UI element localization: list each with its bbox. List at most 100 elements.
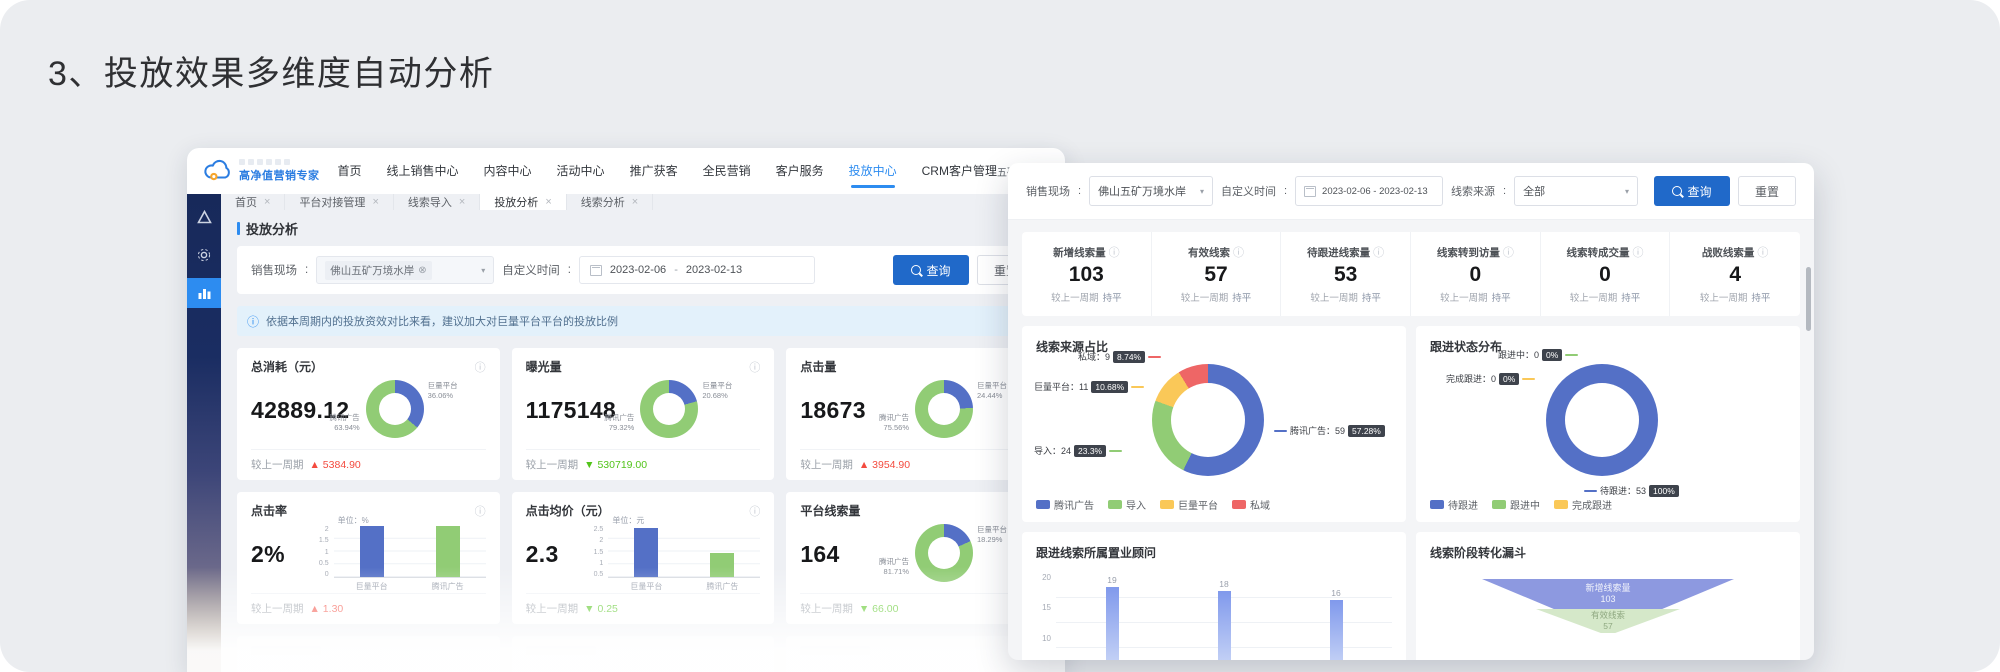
tag-remove-icon[interactable]: ⊗ [418,265,426,276]
calendar-icon [1304,186,1316,197]
funnel-stage-new-leads: 新增线索量103 [1482,579,1734,609]
site-tag: 佛山五矿万境水岸⊗ [325,261,431,280]
date-range-input[interactable]: 2023-02-06-2023-02-13 [579,256,815,284]
follow-status-donut [1546,364,1658,476]
info-icon[interactable]: ⓘ [749,359,760,375]
legend-item[interactable]: 巨量平台 [1160,497,1218,512]
info-icon[interactable]: ⓘ [475,359,486,375]
pie-label-import: 导入：2423.3% [1034,444,1122,457]
nav-item-crm[interactable]: CRM客户管理 [922,148,997,194]
info-icon[interactable]: ⓘ [1233,244,1244,260]
brand-tagline [239,159,320,165]
close-icon[interactable]: × [372,196,378,208]
lead-source-donut [1152,364,1264,476]
legend-item[interactable]: 跟进中 [1492,497,1540,512]
close-icon[interactable]: × [459,196,465,208]
donut-chart [915,380,973,438]
left-window: 高净值营销专家 首页 线上销售中心 内容中心 活动中心 推广获客 全民营销 客户… [187,148,1065,672]
close-icon[interactable]: × [264,196,270,208]
nav-item-customer-service[interactable]: 客户服务 [776,148,824,194]
left-sidebar [187,194,221,672]
search-button[interactable]: 查询 [893,255,969,285]
bar-chart: 单位：元 2.521.510.5 巨量平台腾讯广告 [582,515,760,592]
nav-item-ad-center[interactable]: 投放中心 [849,148,897,194]
kpi-row: 新增线索量ⓘ 103 较上一周期持平 有效线索ⓘ 57 较上一周期持平 待跟进线… [1022,232,1800,316]
info-icon[interactable]: ⓘ [1109,244,1120,260]
main-nav: 首页 线上销售中心 内容中心 活动中心 推广获客 全民营销 客户服务 投放中心 … [338,148,997,194]
donut-chart [640,380,698,438]
donut-chart [366,380,424,438]
info-icon[interactable]: ⓘ [1503,244,1514,260]
compare-row: 较上一周期▼ 0.25 [526,593,761,616]
compare-row: 较上一周期▼ 66.00 [800,593,1035,616]
tab-ad-analysis[interactable]: 投放分析× [480,194,566,210]
faded-card [512,636,775,672]
reset-button[interactable]: 重置 [1738,176,1796,206]
date-range-input[interactable]: 2023-02-06 - 2023-02-13 [1295,176,1443,206]
pie-label-private: 私域：98.74% [1078,350,1161,363]
nav-item-activity[interactable]: 活动中心 [557,148,605,194]
search-icon [911,265,921,275]
tab-lead-import[interactable]: 线索导入× [394,194,480,210]
faded-cards-row [237,636,1049,672]
funnel-chart-card: 线索阶段转化漏斗 新增线索量103 有效线索57 [1416,532,1800,660]
lead-source-select[interactable]: 全部▾ [1514,176,1638,206]
info-icon[interactable]: ⓘ [1373,244,1384,260]
donut-label-blue: 巨量平台20.68% [702,381,756,401]
nav-item-online-sales[interactable]: 线上销售中心 [387,148,459,194]
brand-logo[interactable]: 高净值营销专家 [203,159,320,183]
sidebar-logo-icon[interactable] [187,202,221,232]
faded-card [237,636,500,672]
nav-item-home[interactable]: 首页 [338,148,362,194]
tab-lead-analysis[interactable]: 线索分析× [567,194,653,210]
kpi-pending-leads: 待跟进线索量ⓘ 53 较上一周期持平 [1281,232,1411,316]
sidebar-analytics-icon[interactable] [187,278,221,308]
metric-cards-grid: 总消耗（元）ⓘ 42889.12 巨量平台36.06% 腾讯广告63.94% 较… [237,348,1049,624]
legend-item[interactable]: 导入 [1108,497,1146,512]
compare-row: 较上一周期▲ 3954.90 [800,449,1035,472]
info-icon[interactable]: ⓘ [1757,244,1768,260]
close-icon[interactable]: × [545,196,551,208]
nav-item-all-marketing[interactable]: 全民营销 [703,148,751,194]
metric-card-impressions: 曝光量ⓘ 1175148 巨量平台20.68% 腾讯广告79.32% 较上一周期… [512,348,775,480]
search-button[interactable]: 查询 [1654,176,1730,206]
tab-home[interactable]: 首页× [221,194,285,210]
info-icon[interactable]: ⓘ [1632,244,1643,260]
nav-item-content[interactable]: 内容中心 [484,148,532,194]
sidebar-settings-icon[interactable] [187,240,221,270]
compare-row: 较上一周期▼ 530719.00 [526,449,761,472]
nav-item-promotion[interactable]: 推广获客 [630,148,678,194]
legend-item[interactable]: 腾讯广告 [1036,497,1094,512]
page-title: 3、投放效果多维度自动分析 [48,46,494,95]
bar-chart: 单位：% 21.510.50 巨量平台腾讯广告 [308,515,486,592]
metric-value: 2% [251,541,285,568]
donut-label-green: 腾讯广告75.56% [853,413,909,433]
search-icon [1672,186,1682,196]
site-select[interactable]: 佛山五矿万境水岸⊗ ▾ [316,256,494,284]
slide-canvas: 3、投放效果多维度自动分析 高净值营销专家 首页 线上销售中心 内容中心 活动中… [0,0,2000,672]
chevron-down-icon: ▾ [481,266,485,275]
legend-item[interactable]: 完成跟进 [1554,497,1612,512]
donut-chart [915,524,973,582]
site-select[interactable]: 佛山五矿万境水岸▾ [1089,176,1213,206]
tab-platform-management[interactable]: 平台对接管理× [285,194,393,210]
follow-status-card: 跟进状态分布 跟进中：00% 完成跟进：00% 待跟进：53100% 待跟进 跟… [1416,326,1800,522]
metric-card-total-cost: 总消耗（元）ⓘ 42889.12 巨量平台36.06% 腾讯广告63.94% 较… [237,348,500,480]
metric-card-cpc: 点击均价（元）ⓘ 2.3 单位：元 2.521.510.5 巨量平台腾讯广告 较… [512,492,775,624]
tab-bar: 首页× 平台对接管理× 线索导入× 投放分析× 线索分析× [221,194,1065,210]
pie-label-following: 跟进中：00% [1498,348,1578,361]
donut-label-green: 腾讯广告63.94% [304,413,360,433]
close-icon[interactable]: × [632,196,638,208]
metric-value: 2.3 [526,541,559,568]
kpi-valid-leads: 有效线索ⓘ 57 较上一周期持平 [1152,232,1282,316]
kpi-visit-converted: 线索转到访量ⓘ 0 较上一周期持平 [1411,232,1541,316]
chevron-down-icon: ▾ [1625,187,1629,196]
scrollbar[interactable] [1806,267,1811,331]
cloud-logo-icon [203,159,233,183]
accent-bar [237,222,240,235]
donut-label-green: 腾讯广告81.71% [853,557,909,577]
calendar-icon [590,265,602,276]
donut-label-blue: 巨量平台36.06% [428,381,482,401]
legend-item[interactable]: 待跟进 [1430,497,1478,512]
legend-item[interactable]: 私域 [1232,497,1270,512]
